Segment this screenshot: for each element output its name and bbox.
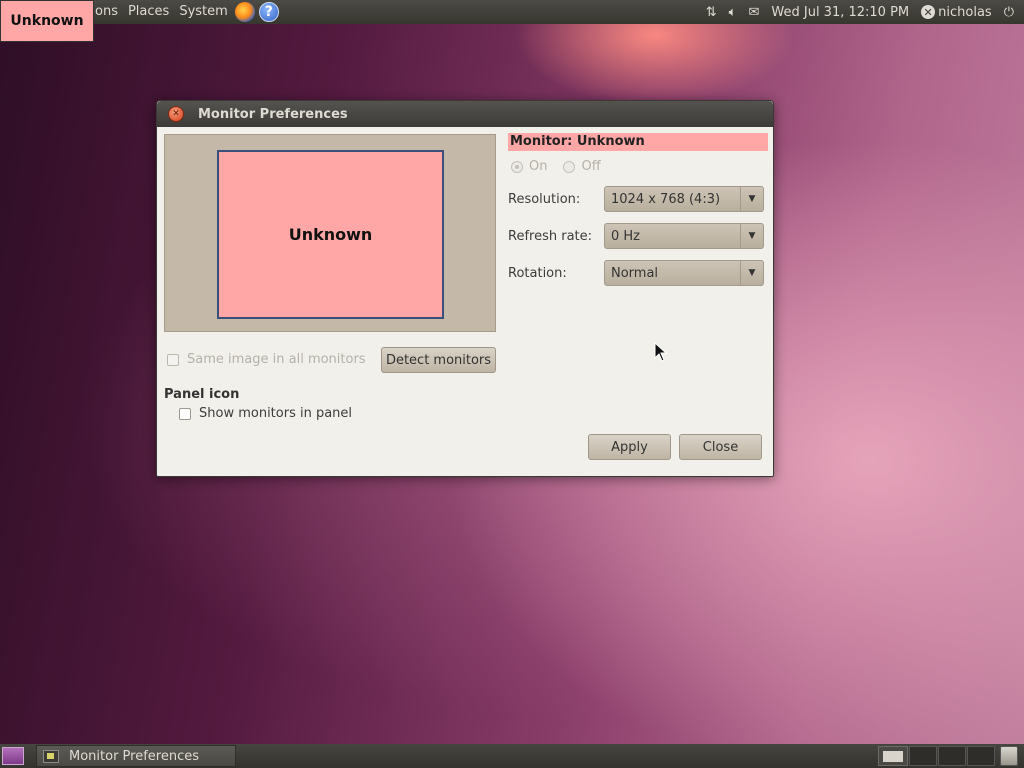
resolution-value: 1024 x 768 (4:3): [611, 191, 721, 207]
power-radio-group: On Off: [508, 159, 768, 174]
show-monitors-label: Show monitors in panel: [199, 406, 353, 421]
taskbar-item-monitor-preferences[interactable]: Monitor Preferences: [36, 745, 236, 767]
radio-off-label: Off: [581, 159, 601, 174]
same-image-checkbox[interactable]: Same image in all monitors: [167, 352, 366, 367]
monitor-preview-label: Unknown: [288, 225, 373, 244]
show-desktop-icon[interactable]: [2, 747, 24, 765]
network-icon[interactable]: ⇅: [706, 5, 717, 20]
rotation-row: Rotation: Normal ▼: [508, 260, 764, 286]
monitor-preview[interactable]: Unknown: [217, 150, 444, 319]
close-button[interactable]: Close: [679, 434, 762, 460]
workspace-4[interactable]: [967, 746, 995, 766]
dialog-title: Monitor Preferences: [198, 106, 348, 122]
chevron-down-icon: ▼: [740, 261, 763, 285]
workspace-3[interactable]: [938, 746, 966, 766]
refresh-rate-row: Refresh rate: 0 Hz ▼: [508, 223, 764, 249]
help-icon[interactable]: ?: [258, 2, 279, 22]
top-panel: ons Places System ? ⇅ 🔈︎ ✉ Wed Jul 31, 1…: [0, 0, 1024, 24]
workspace-1[interactable]: [878, 746, 908, 766]
refresh-rate-combo[interactable]: 0 Hz ▼: [604, 223, 764, 249]
tray-area: ⇅ 🔈︎ ✉ Wed Jul 31, 12:10 PM ✕ nicholas ⏻: [700, 0, 1024, 24]
bottom-panel: Monitor Preferences: [0, 744, 1024, 768]
resolution-label: Resolution:: [508, 191, 581, 207]
refresh-rate-label: Refresh rate:: [508, 228, 593, 244]
radio-on-label: On: [529, 159, 548, 174]
same-image-label: Same image in all monitors: [187, 352, 366, 367]
chevron-down-icon: ▼: [740, 187, 763, 211]
resolution-row: Resolution: 1024 x 768 (4:3) ▼: [508, 186, 764, 212]
user-status-icon: ✕: [921, 5, 936, 19]
rotation-value: Normal: [611, 265, 659, 281]
menu-places[interactable]: Places: [123, 0, 174, 24]
monitor-header: Monitor: Unknown: [508, 133, 768, 151]
same-image-check-indicator: [167, 353, 179, 366]
resolution-combo[interactable]: 1024 x 768 (4:3) ▼: [604, 186, 764, 212]
menu-system[interactable]: System: [174, 0, 232, 24]
refresh-rate-value: 0 Hz: [611, 228, 641, 244]
mouse-pointer-icon: [654, 342, 668, 362]
close-icon[interactable]: ✕: [168, 106, 184, 122]
show-monitors-check-indicator: [179, 407, 191, 420]
taskbar-item-label: Monitor Preferences: [69, 748, 200, 764]
monitor-preferences-dialog: ✕ Monitor Preferences Unknown Monitor: U…: [156, 100, 774, 477]
chevron-down-icon: ▼: [740, 224, 763, 248]
rotation-label: Rotation:: [508, 265, 567, 281]
trash-icon[interactable]: [1000, 746, 1018, 766]
apply-button[interactable]: Apply: [588, 434, 671, 460]
panel-icon-heading: Panel icon: [164, 387, 240, 402]
workspace-2[interactable]: [909, 746, 937, 766]
monitor-preferences-app-icon: [43, 749, 59, 763]
radio-off[interactable]: Off: [563, 159, 601, 174]
monitor-settings: Monitor: Unknown On Off Resolution: 1024…: [508, 133, 768, 286]
user-menu[interactable]: ✕ nicholas: [921, 5, 992, 20]
power-icon[interactable]: ⏻: [1004, 5, 1014, 20]
radio-on-indicator: [511, 160, 523, 173]
clock[interactable]: Wed Jul 31, 12:10 PM: [771, 5, 909, 20]
user-name: nicholas: [938, 4, 992, 20]
monitor-label-badge: Unknown: [0, 0, 94, 42]
rotation-combo[interactable]: Normal ▼: [604, 260, 764, 286]
radio-on[interactable]: On: [511, 159, 547, 174]
dialog-titlebar[interactable]: ✕ Monitor Preferences: [157, 101, 773, 127]
volume-icon[interactable]: 🔈︎: [729, 5, 737, 20]
detect-monitors-button[interactable]: Detect monitors: [381, 347, 496, 373]
firefox-icon[interactable]: [234, 2, 255, 22]
radio-off-indicator: [563, 160, 576, 173]
menu-applications[interactable]: ons: [90, 0, 123, 24]
monitor-preview-area: Unknown: [164, 134, 496, 332]
show-monitors-checkbox[interactable]: Show monitors in panel: [179, 406, 352, 421]
mail-icon[interactable]: ✉: [748, 5, 759, 20]
